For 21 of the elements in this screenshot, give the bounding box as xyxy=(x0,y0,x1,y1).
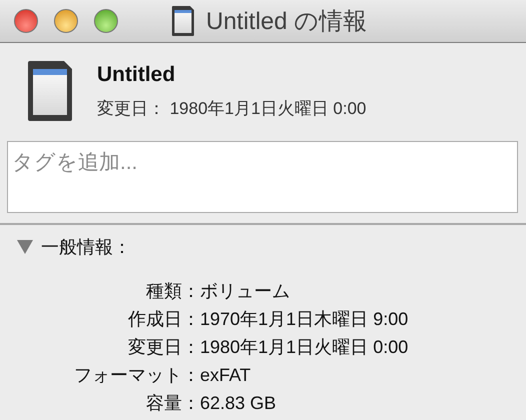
field-value: exFAT xyxy=(200,364,251,387)
field-value: 1970年1月1日木曜日 9:00 xyxy=(200,308,408,331)
field-label: 容量： xyxy=(146,392,200,415)
minimize-button[interactable] xyxy=(54,9,78,33)
tags-field[interactable]: タグを追加... xyxy=(7,141,518,213)
field-label: 種類： xyxy=(146,280,200,303)
section-title: 一般情報： xyxy=(41,236,131,259)
field-value: ボリューム xyxy=(200,280,290,303)
modified-date: 変更日： 1980年1月1日火曜日 0:00 xyxy=(97,98,366,120)
sd-card-icon xyxy=(172,6,194,36)
window-title: Untitled の情報 xyxy=(206,7,368,37)
sd-card-large-icon xyxy=(28,61,72,121)
disclosure-down-icon[interactable] xyxy=(17,240,33,254)
field-label: 変更日： xyxy=(128,336,200,359)
volume-name: Untitled xyxy=(97,62,176,86)
field-value: 1980年1月1日火曜日 0:00 xyxy=(200,336,408,359)
field-value: 62.83 GB xyxy=(200,392,276,415)
zoom-button[interactable] xyxy=(94,9,118,33)
close-button[interactable] xyxy=(14,9,38,33)
field-label: 作成日： xyxy=(128,308,200,331)
field-label: フォーマット： xyxy=(74,364,200,387)
